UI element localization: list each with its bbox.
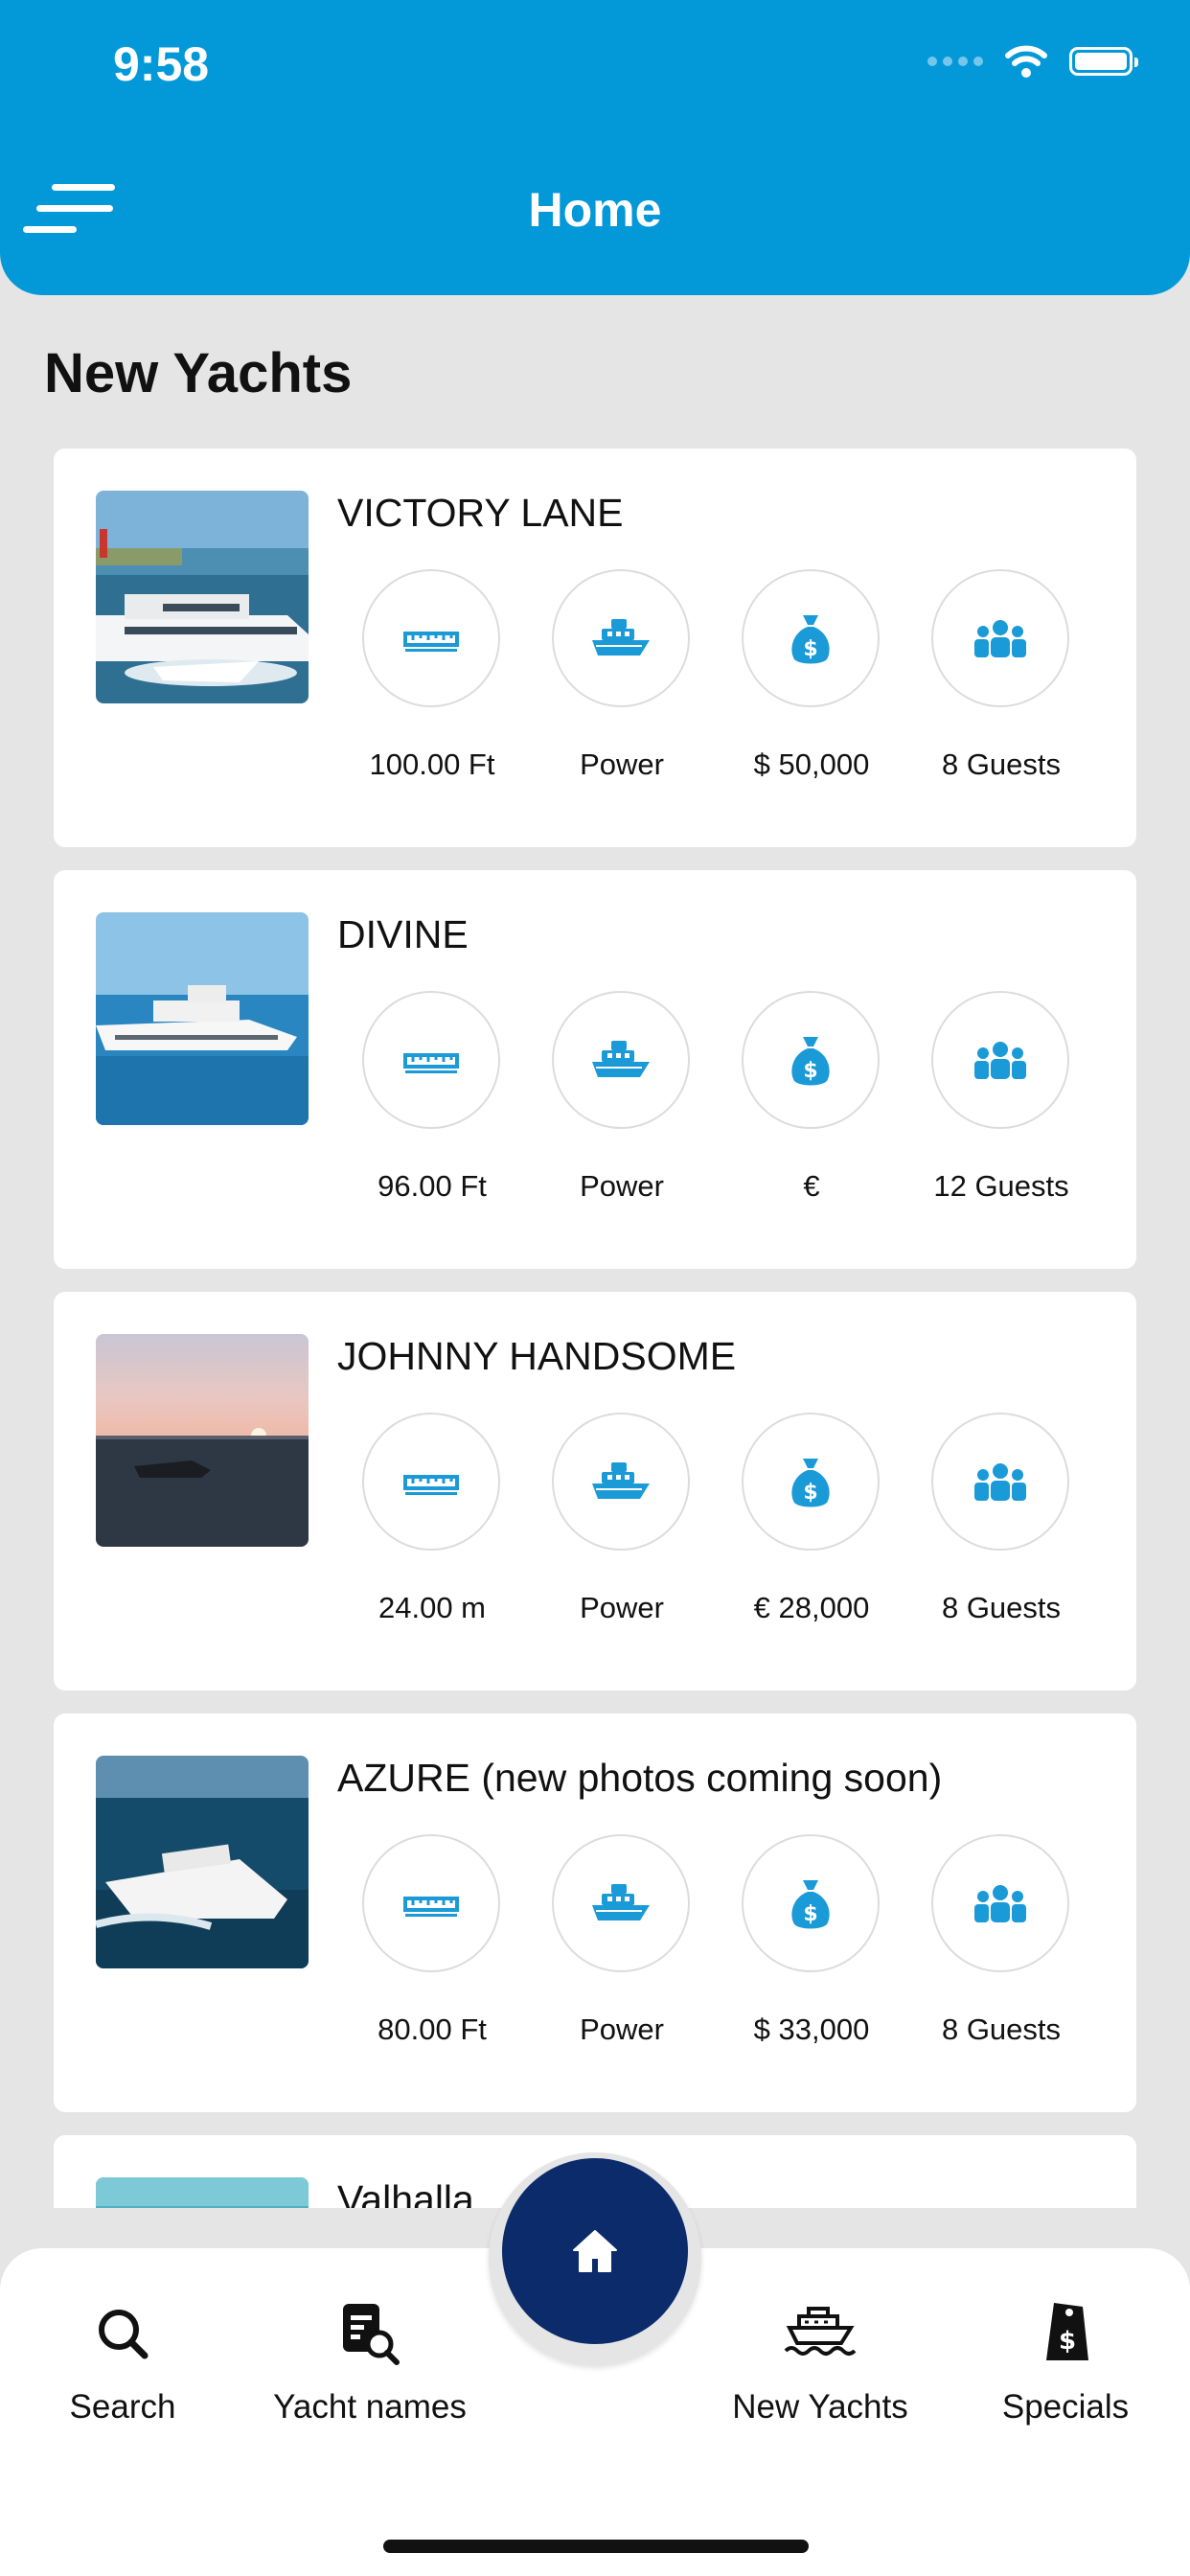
nav-search-label: Search — [69, 2388, 176, 2426]
spec-type-value: Power — [580, 1591, 664, 1624]
boat-icon — [552, 991, 690, 1129]
spec-price-value: € 28,000 — [753, 1591, 870, 1624]
yacht-photo — [96, 1756, 309, 1968]
spec-price-value: € — [803, 1169, 820, 1203]
yacht-list[interactable]: VICTORY LANE 100.00 Ft Power $ $ 50,000 … — [0, 448, 1190, 2208]
yacht-card[interactable]: JOHNNY HANDSOME 24.00 m Power $ € 28,000… — [54, 1292, 1136, 1690]
spec-length-value: 96.00 Ft — [378, 1169, 487, 1203]
yacht-name: VICTORY LANE — [337, 491, 624, 535]
spec-length-value: 24.00 m — [378, 1591, 486, 1624]
svg-text:$: $ — [803, 1481, 817, 1505]
spec-type-value: Power — [580, 2012, 664, 2046]
spec-length-value: 100.00 Ft — [369, 748, 495, 781]
section-title: New Yachts — [44, 342, 353, 404]
boat-icon — [552, 569, 690, 707]
nav-new-yachts-label: New Yachts — [732, 2388, 908, 2426]
page-title: Home — [528, 183, 662, 237]
home-button[interactable] — [502, 2158, 688, 2344]
spec-length-value: 80.00 Ft — [378, 2012, 487, 2046]
nav-specials-label: Specials — [1001, 2388, 1130, 2426]
yacht-name: AZURE (new photos coming soon) — [337, 1756, 943, 1800]
spec-price-value: $ 50,000 — [753, 748, 870, 781]
yacht-card[interactable]: DIVINE 96.00 Ft Power $ € 12 Guests — [54, 870, 1136, 1269]
group-icon — [931, 569, 1069, 707]
group-icon — [931, 1834, 1069, 1972]
yacht-name: Valhalla — [337, 2177, 474, 2208]
svg-text:$: $ — [1059, 2327, 1076, 2356]
money-bag-icon: $ — [742, 569, 880, 707]
group-icon — [931, 1413, 1069, 1551]
ship-icon — [715, 2300, 926, 2367]
price-tag-icon: $ — [960, 2300, 1171, 2367]
search-icon — [17, 2300, 228, 2367]
ruler-icon — [362, 569, 500, 707]
yacht-name: DIVINE — [337, 912, 469, 956]
money-bag-icon: $ — [742, 1834, 880, 1972]
ruler-icon — [362, 1834, 500, 1972]
boat-icon — [552, 1413, 690, 1551]
nav-specials[interactable]: $ Specials — [960, 2300, 1171, 2426]
spec-price-value: $ 33,000 — [753, 2012, 870, 2046]
spec-type-value: Power — [580, 748, 664, 781]
spec-type-value: Power — [580, 1169, 664, 1203]
svg-text:$: $ — [803, 637, 817, 661]
yacht-name: JOHNNY HANDSOME — [337, 1334, 737, 1378]
money-bag-icon: $ — [742, 991, 880, 1129]
money-bag-icon: $ — [742, 1413, 880, 1551]
spec-guests-value: 8 Guests — [941, 2012, 1062, 2046]
spec-guests-value: 12 Guests — [933, 1169, 1069, 1203]
boat-icon — [552, 1834, 690, 1972]
spec-guests-value: 8 Guests — [941, 1591, 1062, 1624]
nav-yacht-names[interactable]: Yacht names — [264, 2300, 475, 2426]
home-icon — [573, 2230, 617, 2272]
nav-new-yachts[interactable]: New Yachts — [715, 2300, 926, 2426]
home-indicator — [383, 2540, 809, 2553]
yacht-card[interactable]: VICTORY LANE 100.00 Ft Power $ $ 50,000 … — [54, 448, 1136, 847]
nav-search[interactable]: Search — [17, 2300, 228, 2426]
yacht-photo — [96, 1334, 309, 1547]
wifi-icon — [1005, 45, 1047, 78]
app-header: 9:58 Home — [0, 0, 1190, 295]
group-icon — [931, 991, 1069, 1129]
yacht-photo — [96, 491, 309, 703]
yacht-card[interactable]: AZURE (new photos coming soon) 80.00 Ft … — [54, 1714, 1136, 2112]
svg-text:$: $ — [803, 1902, 817, 1926]
status-time: 9:58 — [113, 37, 210, 91]
ruler-icon — [362, 1413, 500, 1551]
signal-dots-icon — [927, 57, 983, 66]
battery-icon — [1069, 47, 1138, 76]
ruler-icon — [362, 991, 500, 1129]
nav-yacht-names-label: Yacht names — [273, 2388, 467, 2426]
document-search-icon — [264, 2300, 475, 2367]
yacht-photo — [96, 912, 309, 1125]
status-icons — [927, 42, 1138, 80]
yacht-photo — [96, 2177, 309, 2208]
svg-text:$: $ — [803, 1059, 817, 1083]
spec-guests-value: 8 Guests — [941, 748, 1062, 781]
